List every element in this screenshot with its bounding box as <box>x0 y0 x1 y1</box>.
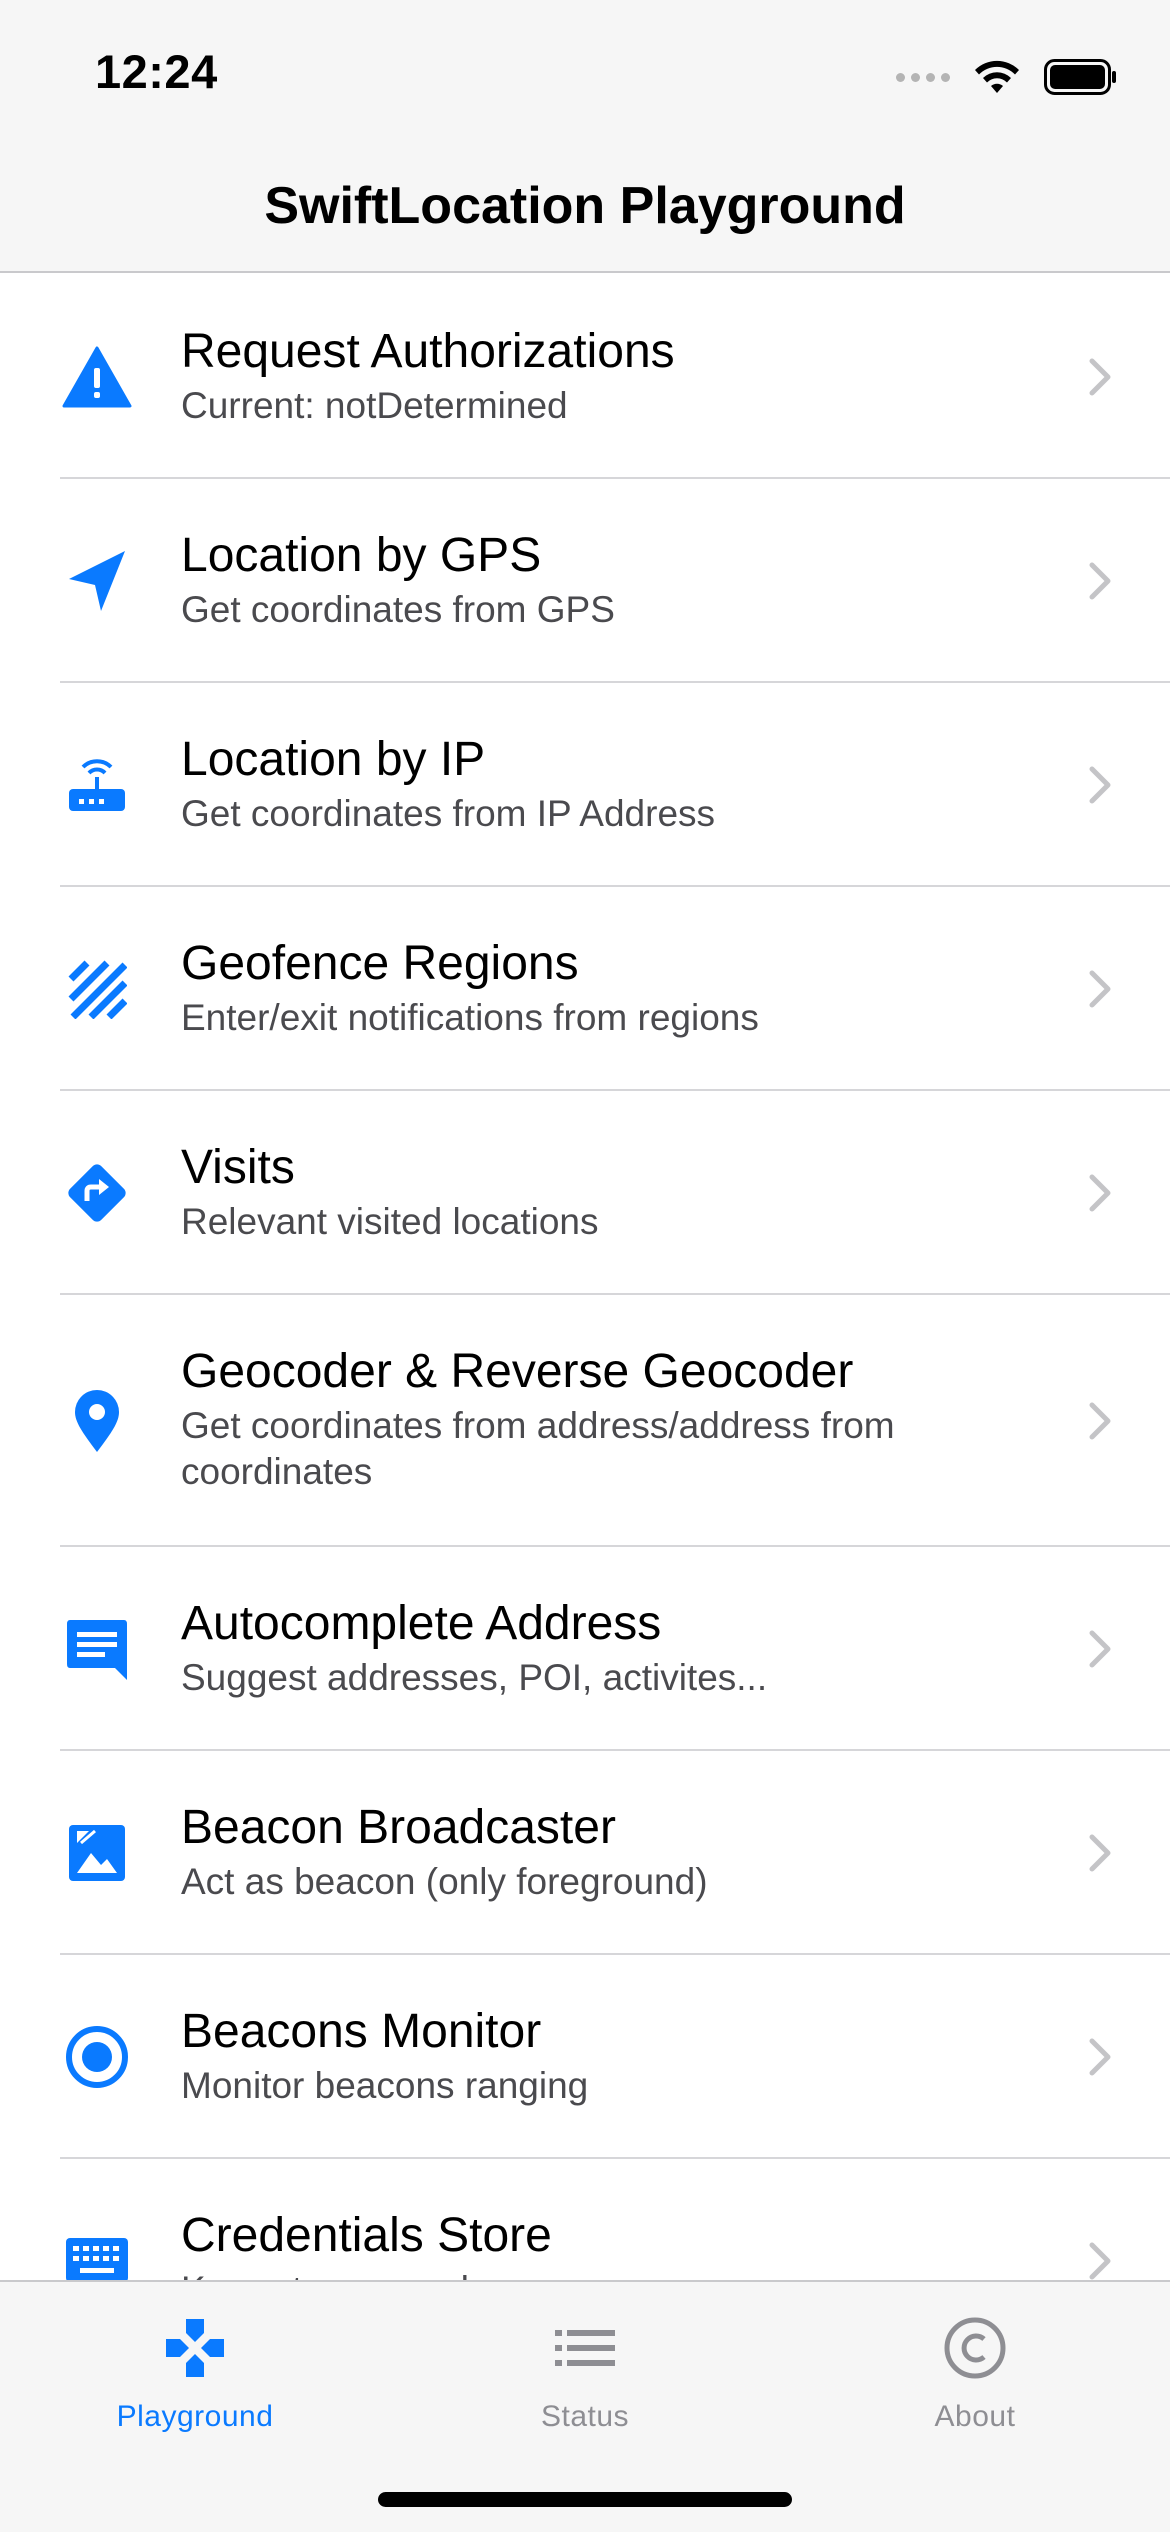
item-title: Beacons Monitor <box>181 2005 542 2058</box>
chevron-right-icon <box>1089 970 1111 1008</box>
item-subtitle: Get coordinates from GPS <box>181 589 615 630</box>
item-subtitle: Current: notDetermined <box>181 385 568 426</box>
tab-label: Playground <box>116 2400 274 2433</box>
battery-icon <box>1044 59 1116 95</box>
message-icon <box>60 1612 134 1686</box>
screen: 12:24 SwiftLocation Playground Request A… <box>0 0 1170 2532</box>
wifi-icon <box>975 60 1019 93</box>
status-time: 12:24 <box>95 45 218 98</box>
router-icon <box>60 748 134 822</box>
chevron-right-icon <box>1089 766 1111 804</box>
list-item-location-ip[interactable]: Location by IP Get coordinates from IP A… <box>0 683 1170 887</box>
list-item-beacons-monitor[interactable]: Beacons Monitor Monitor beacons ranging <box>0 1955 1170 2159</box>
item-title: Autocomplete Address <box>181 1597 662 1650</box>
chevron-right-icon <box>1089 358 1111 396</box>
chevron-right-icon <box>1089 1174 1111 1212</box>
item-title: Request Authorizations <box>181 325 675 378</box>
nav-title: SwiftLocation Playground <box>264 177 906 235</box>
item-title: Credentials Store <box>181 2209 552 2262</box>
tab-about[interactable]: About <box>780 2304 1170 2434</box>
chevron-right-icon <box>1089 2242 1111 2280</box>
list-icon <box>390 2304 780 2392</box>
tab-label: Status <box>540 2400 630 2433</box>
item-subtitle: Monitor beacons ranging <box>181 2065 589 2106</box>
chevron-right-icon <box>1089 1630 1111 1668</box>
item-subtitle: Enter/exit notifications from regions <box>181 997 759 1038</box>
chevron-right-icon <box>1089 1402 1111 1440</box>
item-title: Visits <box>181 1141 295 1194</box>
item-subtitle: Act as beacon (only foreground) <box>181 1861 708 1902</box>
map-pin-icon <box>60 1384 134 1458</box>
list-item-visits[interactable]: Visits Relevant visited locations <box>0 1091 1170 1295</box>
list-item-geocoder[interactable]: Geocoder & Reverse Geocoder Get coordina… <box>0 1295 1170 1547</box>
radio-target-icon <box>60 2020 134 2094</box>
tab-status[interactable]: Status <box>390 2304 780 2434</box>
directions-icon <box>60 1156 134 1230</box>
list-item-beacon-broadcaster[interactable]: Beacon Broadcaster Act as beacon (only f… <box>0 1751 1170 1955</box>
image-icon <box>60 1816 134 1890</box>
warning-icon <box>60 340 134 414</box>
cellular-signal-icon <box>896 72 950 82</box>
chevron-right-icon <box>1089 1834 1111 1872</box>
status-indicators <box>896 52 1118 102</box>
item-subtitle: Suggest addresses, POI, activites... <box>181 1657 768 1698</box>
top-bar: 12:24 SwiftLocation Playground <box>0 0 1170 273</box>
list-item-location-gps[interactable]: Location by GPS Get coordinates from GPS <box>0 479 1170 683</box>
gamepad-icon <box>0 2304 390 2392</box>
list-item-geofence-regions[interactable]: Geofence Regions Enter/exit notification… <box>0 887 1170 1091</box>
item-title: Location by GPS <box>181 529 542 582</box>
copyright-icon <box>780 2304 1170 2392</box>
chevron-right-icon <box>1089 2038 1111 2076</box>
chevron-right-icon <box>1089 562 1111 600</box>
item-subtitle: Get coordinates from IP Address <box>181 793 716 834</box>
home-indicator <box>378 2492 792 2507</box>
tab-playground[interactable]: Playground <box>0 2304 390 2434</box>
item-title: Beacon Broadcaster <box>181 1801 616 1854</box>
striped-region-icon <box>60 952 134 1026</box>
item-subtitle: Get coordinates from address/address fro… <box>181 1405 895 1492</box>
item-title: Geofence Regions <box>181 937 579 990</box>
item-title: Location by IP <box>181 733 486 786</box>
list-item-autocomplete-address[interactable]: Autocomplete Address Suggest addresses, … <box>0 1547 1170 1751</box>
tab-label: About <box>934 2400 1016 2433</box>
item-title: Geocoder & Reverse Geocoder <box>181 1345 854 1398</box>
list-item-request-authorizations[interactable]: Request Authorizations Current: notDeter… <box>0 275 1170 479</box>
feature-list: Request Authorizations Current: notDeter… <box>0 275 1170 2363</box>
location-arrow-icon <box>60 544 134 618</box>
item-subtitle: Relevant visited locations <box>181 1201 599 1242</box>
